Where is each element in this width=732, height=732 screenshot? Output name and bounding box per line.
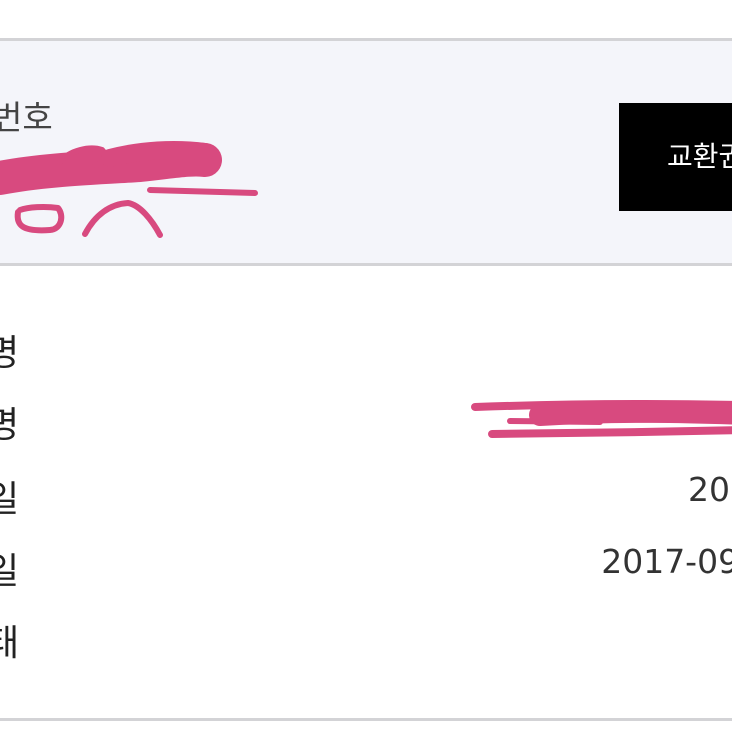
detail-row-label: 일 [0,479,20,520]
detail-row-label: 일 [0,551,20,592]
detail-row: 일 2017 [0,470,732,530]
voucher-detail-screen: 번호 교환권 명 매 명 일 2017 일 2017-09-1 [0,0,732,732]
detail-row-label: 태 [0,623,20,664]
detail-row: 일 2017-09-1 [0,542,732,602]
detail-row-value: 2017 [688,470,732,509]
bottom-divider [0,718,732,721]
detail-row-value: 2017-09-1 [601,542,732,581]
detail-row: 태 사 [0,614,732,674]
